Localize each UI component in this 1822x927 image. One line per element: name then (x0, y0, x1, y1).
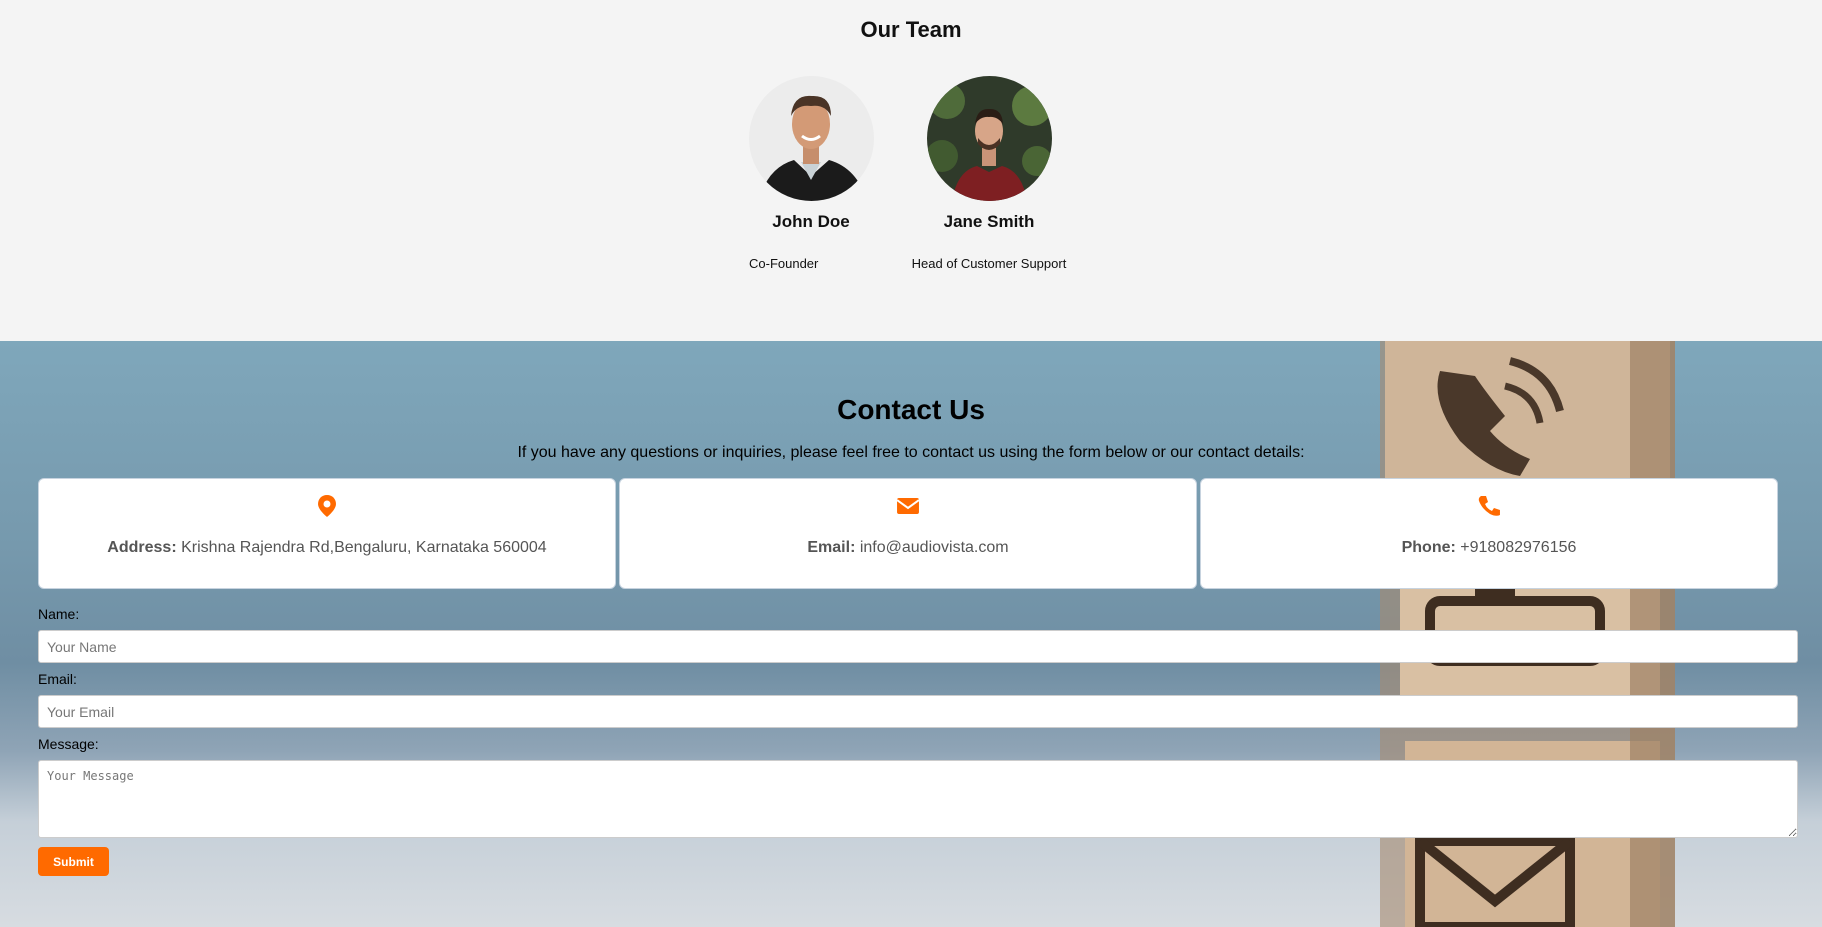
email-text: Email: info@audiovista.com (620, 539, 1196, 557)
message-label: Message: (38, 736, 99, 752)
email-card: Email: info@audiovista.com (619, 478, 1197, 589)
address-text: Address: Krishna Rajendra Rd,Bengaluru, … (39, 539, 615, 557)
name-label: Name: (38, 606, 80, 622)
member-name: Jane Smith (943, 212, 1035, 231)
email-input[interactable] (38, 695, 1798, 728)
contact-title: Contact Us (837, 394, 985, 425)
map-marker-icon (318, 495, 336, 517)
envelope-icon (896, 498, 920, 514)
phone-card: Phone: +918082976156 (1200, 478, 1778, 589)
name-input[interactable] (38, 630, 1798, 663)
email-field-label: Email: (38, 671, 77, 687)
phone-icon (1478, 496, 1500, 516)
team-section: Our Team John Doe Co-Founder Jane Smith … (0, 0, 1822, 341)
address-value: Krishna Rajendra Rd,Bengaluru, Karnataka… (181, 539, 547, 556)
avatar (926, 76, 1052, 201)
phone-label: Phone: (1401, 539, 1456, 556)
team-member-card: John Doe Co-Founder (711, 76, 911, 271)
phone-value: +918082976156 (1460, 539, 1577, 556)
member-role: Co-Founder (749, 256, 819, 271)
email-label: Email: (807, 539, 856, 556)
message-textarea[interactable] (38, 760, 1798, 838)
team-title: Our Team (860, 17, 962, 42)
address-card: Address: Krishna Rajendra Rd,Bengaluru, … (38, 478, 616, 589)
team-member-card: Jane Smith Head of Customer Support (889, 76, 1089, 271)
address-label: Address: (107, 539, 177, 556)
member-name: John Doe (772, 212, 850, 231)
avatar (748, 76, 874, 201)
member-role: Head of Customer Support (911, 256, 1067, 271)
phone-text: Phone: +918082976156 (1201, 539, 1777, 557)
email-value: info@audiovista.com (859, 539, 1009, 556)
contact-section: Contact Us If you have any questions or … (0, 341, 1822, 927)
submit-button[interactable]: Submit (38, 847, 109, 876)
contact-intro: If you have any questions or inquiries, … (517, 444, 1305, 461)
